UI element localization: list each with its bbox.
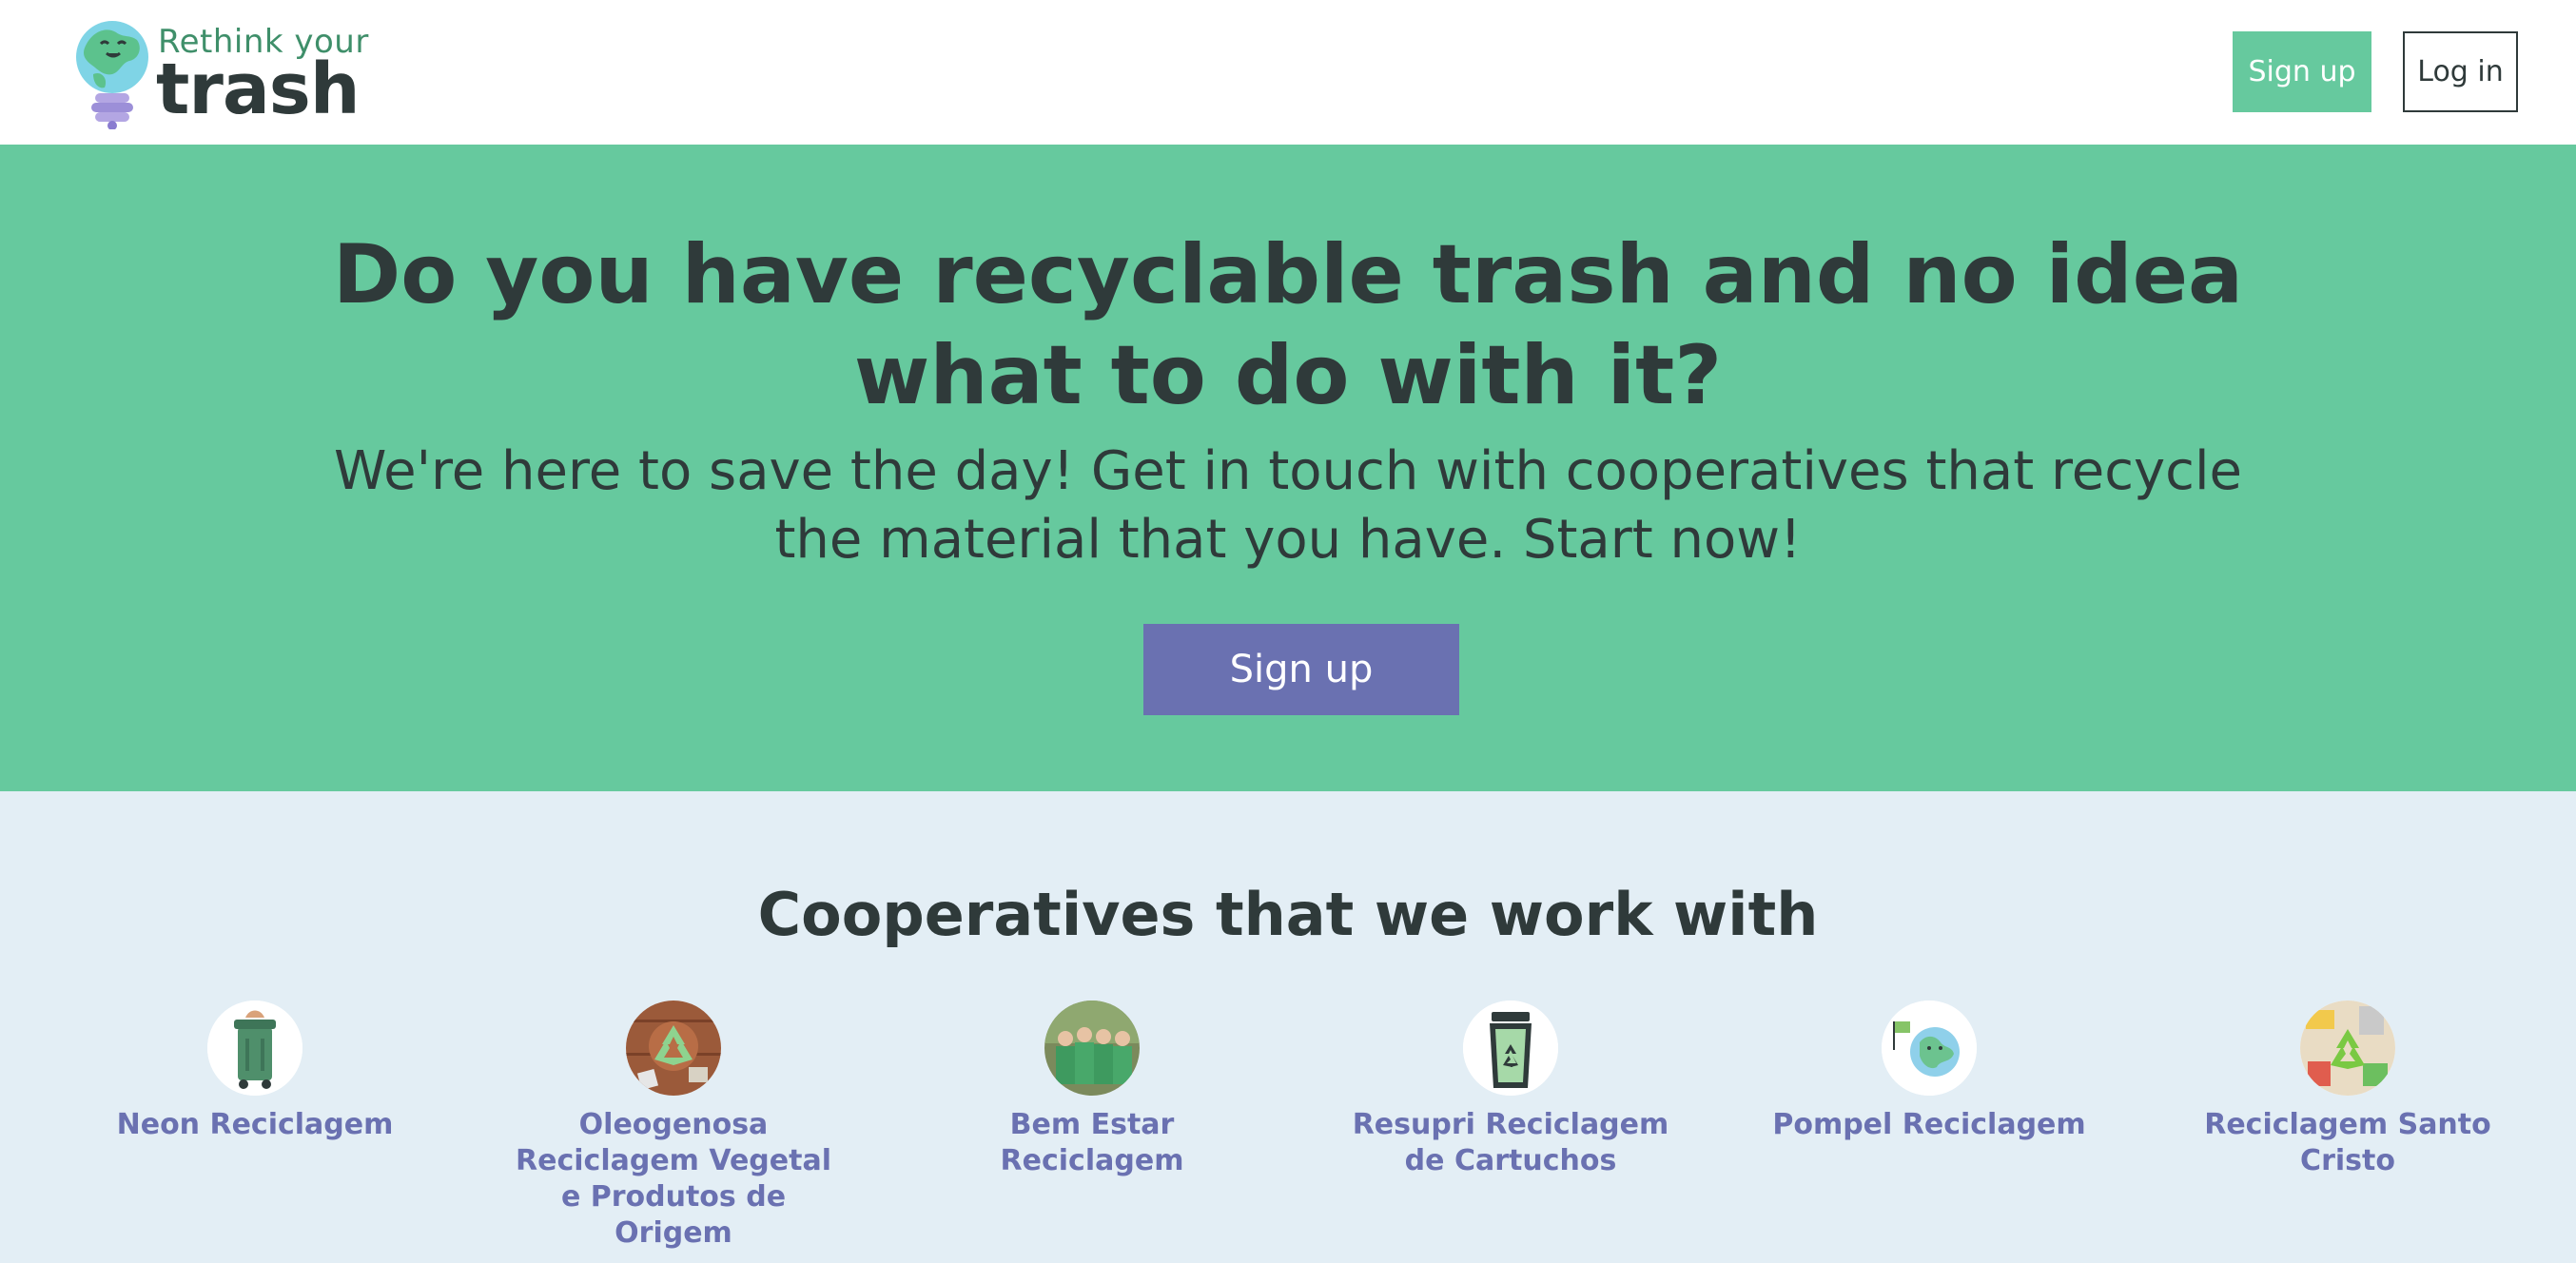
coop-name: Resupri Reciclagem de Cartuchos — [1352, 1108, 1669, 1177]
header-signup-button[interactable]: Sign up — [2233, 31, 2371, 112]
hero-section: Do you have recyclable trash and no idea… — [0, 145, 2576, 791]
hero-subtitle: We're here to save the day! Get in touch… — [334, 440, 2242, 571]
coop-card-bem-estar[interactable]: Bem Estar Reciclagem — [921, 1001, 1263, 1179]
coop-card-resupri[interactable]: Resupri Reciclagem de Cartuchos — [1339, 1001, 1682, 1179]
coop-card-santo-cristo[interactable]: Reciclagem Santo Cristo — [2176, 1001, 2519, 1179]
coop-name: Neon Reciclagem — [116, 1108, 394, 1141]
group-photo-image — [1044, 1001, 1140, 1096]
coop-name: Reciclagem Santo Cristo — [2204, 1108, 2491, 1177]
site-logo[interactable]: Rethink your trash — [74, 17, 368, 130]
coop-name: Bem Estar Reciclagem — [1000, 1108, 1184, 1177]
coop-name: Pompel Reciclagem — [1772, 1108, 2086, 1141]
earth-character-image — [1882, 1001, 1977, 1096]
coop-card-oleogenosa[interactable]: Oleogenosa Reciclagem Vegetal e Produtos… — [502, 1001, 845, 1252]
lightbulb-earth-icon — [76, 21, 148, 129]
coop-card-neon[interactable]: Neon Reciclagem — [84, 1001, 426, 1143]
top-navbar: Rethink your trash Sign up Log in — [0, 0, 2576, 145]
hero-signup-button[interactable]: Sign up — [1143, 624, 1459, 715]
recycle-symbol-wood-image — [626, 1001, 721, 1096]
hero-title: Do you have recyclable trash and no idea… — [332, 227, 2244, 423]
coop-name: Oleogenosa Reciclagem Vegetal e Produtos… — [516, 1108, 831, 1250]
coop-card-pompel[interactable]: Pompel Reciclagem — [1758, 1001, 2100, 1143]
green-trash-bin-image — [207, 1001, 302, 1096]
cooperatives-title: Cooperatives that we work with — [757, 880, 1819, 949]
logo-line2: trash — [156, 49, 361, 130]
cooperatives-section: Cooperatives that we work with Neon Reci… — [0, 791, 2576, 1263]
recycled-items-image — [2300, 1001, 2395, 1096]
header-login-button[interactable]: Log in — [2403, 31, 2518, 112]
recycle-bin-image — [1463, 1001, 1558, 1096]
